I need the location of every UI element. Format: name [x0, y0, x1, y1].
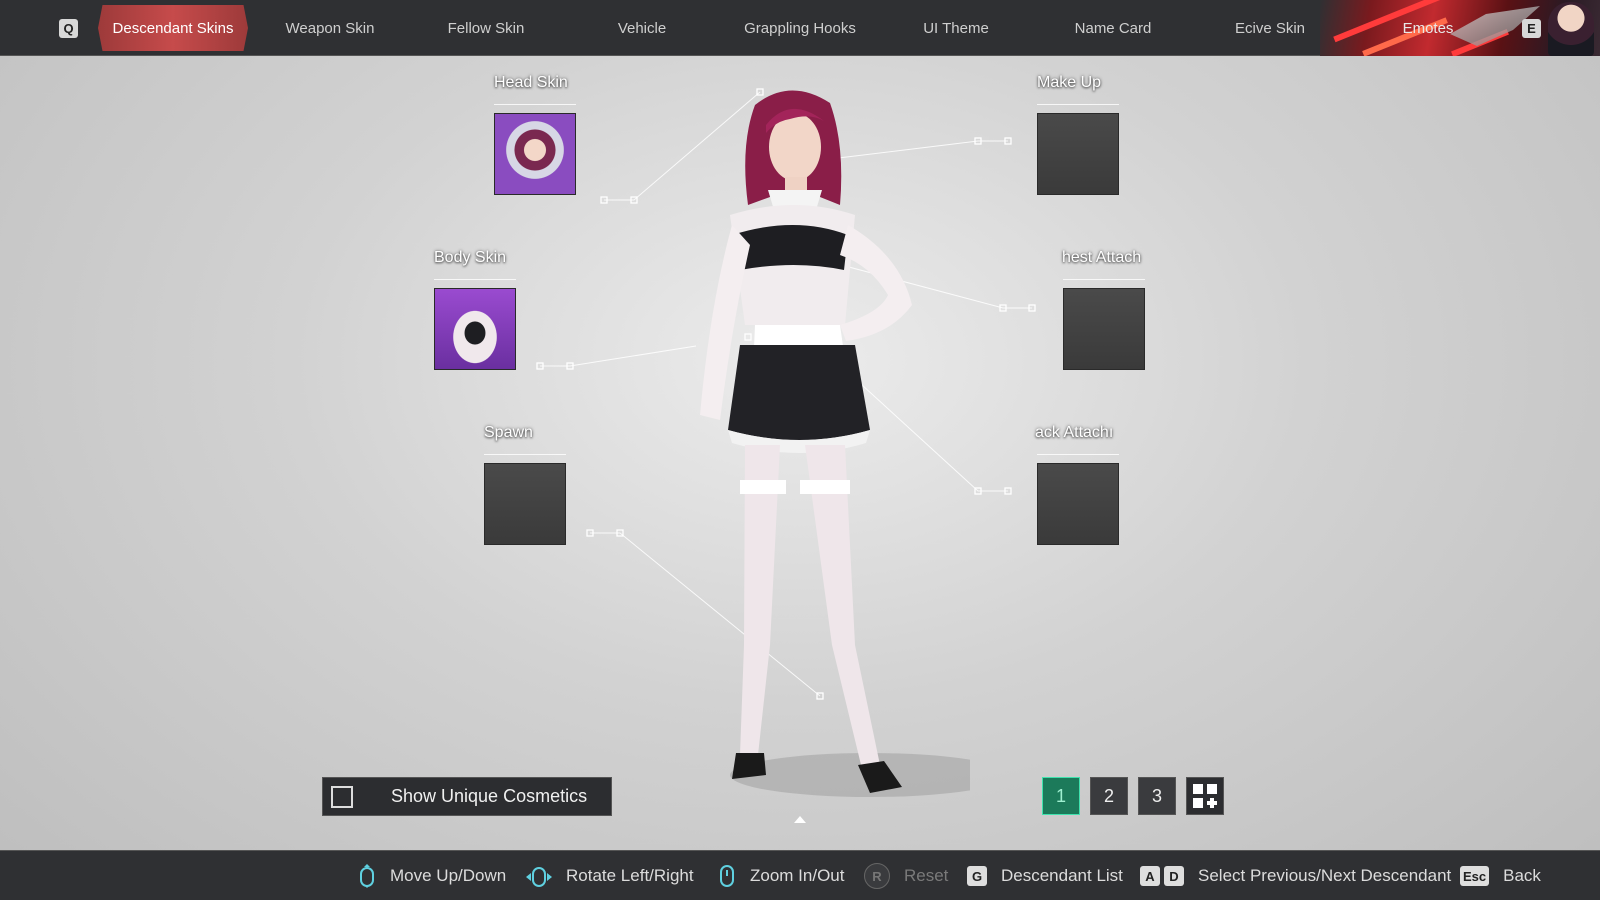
preset-1-button[interactable]: 1: [1042, 777, 1080, 815]
category-tab-bar: Q Descendant Skins Weapon Skin Fellow Sk…: [0, 0, 1600, 56]
hint-back[interactable]: Esc Back: [1460, 851, 1541, 900]
preset-3-button[interactable]: 3: [1138, 777, 1176, 815]
descendant-character-model[interactable]: [640, 85, 970, 825]
make-up-slot[interactable]: [1037, 113, 1119, 195]
next-descendant-key: D: [1164, 866, 1184, 886]
tab-descendant-skins[interactable]: Descendant Skins: [98, 0, 248, 56]
body-skin-label: Body Skin: [434, 249, 507, 266]
make-up-underline: [1037, 104, 1119, 105]
chest-attach-slot[interactable]: [1063, 288, 1145, 370]
tab-fellow-skin[interactable]: Fellow Skin: [428, 0, 544, 56]
head-skin-label: Head Skin: [494, 74, 568, 91]
unique-cosmetics-checkbox[interactable]: [331, 785, 353, 808]
hint-reset[interactable]: R Reset: [864, 851, 948, 900]
body-skin-slot[interactable]: [434, 288, 516, 370]
body-skin-underline: [434, 279, 516, 280]
back-attach-slot[interactable]: [1037, 463, 1119, 545]
hint-move: Move Up/Down: [356, 851, 506, 900]
hint-rotate: Rotate Left/Right: [524, 851, 694, 900]
preset-2-button[interactable]: 2: [1090, 777, 1128, 815]
spawn-slot[interactable]: [484, 463, 566, 545]
head-skin-underline: [494, 104, 576, 105]
make-up-label: Make Up: [1037, 74, 1102, 91]
mouse-wheel-icon: [720, 865, 734, 887]
hint-zoom: Zoom In/Out: [716, 851, 844, 900]
prev-tab-key[interactable]: Q: [59, 19, 78, 38]
unique-cosmetics-label: Show Unique Cosmetics: [391, 786, 588, 806]
prev-descendant-key: A: [1140, 866, 1160, 886]
descendant-list-key: G: [967, 866, 987, 886]
mouse-rotate-icon: [526, 867, 552, 887]
tab-vehicle[interactable]: Vehicle: [596, 0, 688, 56]
back-attach-label: ack Attachı: [1035, 424, 1114, 441]
chest-attach-underline: [1063, 279, 1145, 280]
control-hints-bar: Move Up/Down Rotate Left/Right Zoom In/O…: [0, 850, 1600, 900]
spawn-label: Spawn: [484, 424, 533, 441]
hint-select-descendant[interactable]: A D Select Previous/Next Descendant: [1140, 851, 1451, 900]
scroll-up-indicator[interactable]: [794, 816, 806, 823]
mouse-move-icon: [360, 864, 374, 888]
tab-ecive-skin[interactable]: Ecive Skin: [1216, 0, 1324, 56]
tab-ui-theme[interactable]: UI Theme: [906, 0, 1006, 56]
tab-grappling-hooks[interactable]: Grappling Hooks: [728, 0, 872, 56]
reset-key: R: [864, 863, 890, 889]
chest-attach-label: hest Attach: [1062, 249, 1142, 266]
back-key: Esc: [1460, 866, 1490, 886]
grid-plus-icon: [1193, 784, 1217, 808]
tab-weapon-skin[interactable]: Weapon Skin: [270, 0, 390, 56]
head-skin-slot[interactable]: [494, 113, 576, 195]
back-attach-underline: [1037, 454, 1119, 455]
show-unique-cosmetics-toggle[interactable]: Show Unique Cosmetics: [322, 777, 612, 816]
hint-descendant-list[interactable]: G Descendant List: [967, 851, 1123, 900]
spawn-underline: [484, 454, 566, 455]
next-tab-key[interactable]: E: [1522, 19, 1541, 38]
tab-name-card[interactable]: Name Card: [1060, 0, 1166, 56]
tab-emotes[interactable]: Emotes: [1380, 0, 1476, 56]
add-preset-button[interactable]: [1186, 777, 1224, 815]
